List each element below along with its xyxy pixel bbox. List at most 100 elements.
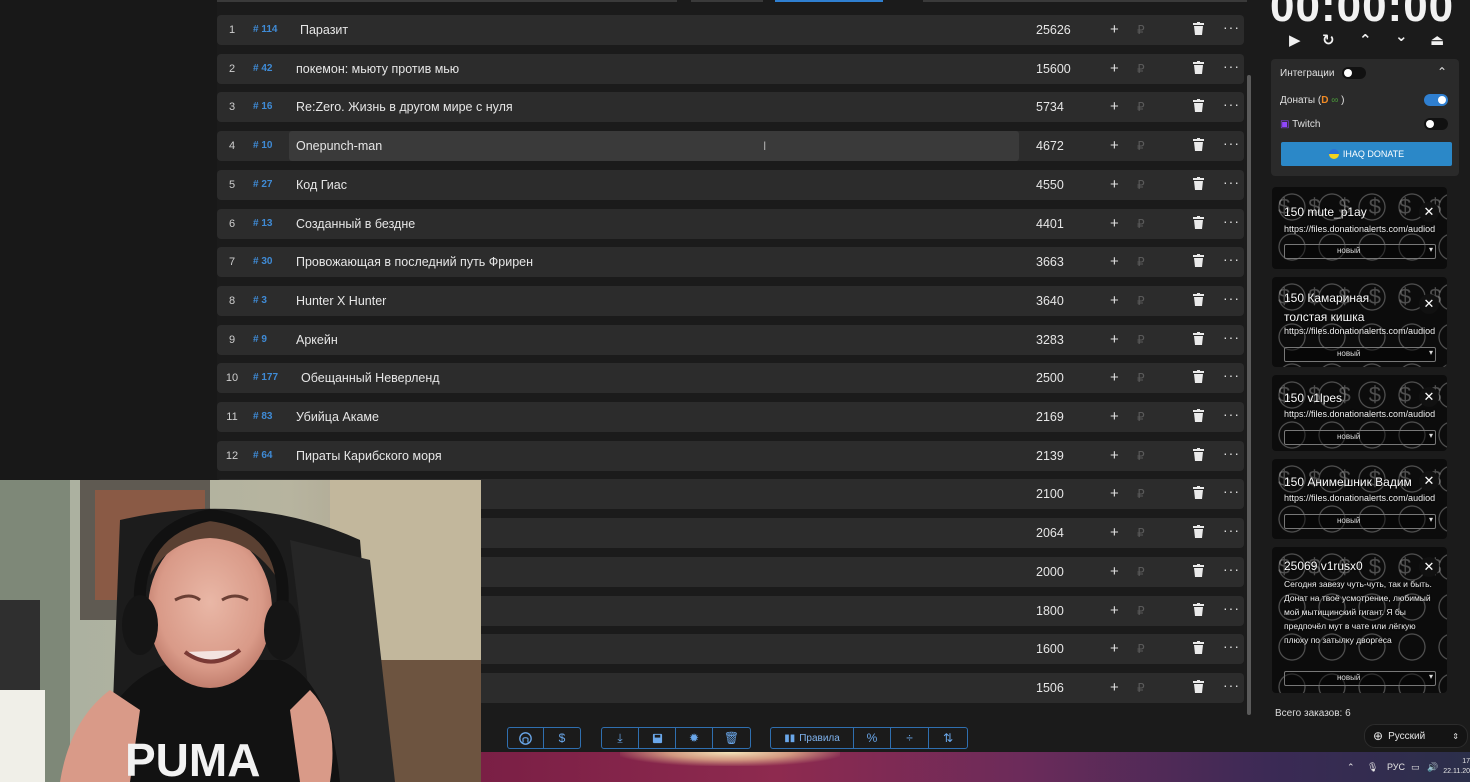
add-amount-button[interactable]: + — [1110, 602, 1119, 619]
lot-amount[interactable]: 4672 — [1036, 139, 1064, 153]
lot-title[interactable]: Re:Zero. Жизнь в другом мире с нуля — [296, 100, 513, 114]
add-amount-button[interactable]: + — [1110, 137, 1119, 154]
donation-status-select[interactable]: новый ▾ — [1284, 514, 1436, 529]
lot-row[interactable]: 6 # 13 Созданный в бездне 4401 + ₽ ··· — [217, 208, 1244, 239]
lot-id-tag[interactable]: # 177 — [253, 372, 278, 383]
delete-lot-button[interactable] — [1193, 641, 1204, 658]
donation-card[interactable]: $$$$$$$$$$$$$$$$$$$$$$$$$$$$$$150 Анимеш… — [1272, 459, 1447, 539]
save-button[interactable] — [639, 728, 676, 748]
clear-list-button[interactable]: 🗑 — [713, 728, 750, 748]
ihaq-donate-button[interactable]: IHAQ DONATE — [1281, 142, 1452, 166]
add-amount-button[interactable]: + — [1110, 292, 1119, 309]
more-options-button[interactable]: ··· — [1223, 600, 1240, 616]
lot-amount[interactable]: 1506 — [1036, 681, 1064, 695]
lot-id-tag[interactable]: # 3 — [253, 295, 267, 306]
delete-lot-button[interactable] — [1193, 525, 1204, 542]
lot-title[interactable]: Убийца Акаме — [296, 410, 379, 424]
add-amount-button[interactable]: + — [1110, 563, 1119, 580]
add-amount-button[interactable]: + — [1110, 215, 1119, 232]
percent-button[interactable]: % — [854, 728, 891, 748]
lot-amount[interactable]: 4401 — [1036, 217, 1064, 231]
rules-button[interactable]: ▮▮ Правила — [771, 728, 854, 748]
lot-row[interactable]: 12 # 64 Пираты Карибского моря 2139 + ₽ ··· — [217, 440, 1244, 471]
more-options-button[interactable]: ··· — [1223, 406, 1240, 422]
lot-amount[interactable]: 2064 — [1036, 526, 1064, 540]
lot-amount[interactable]: 3640 — [1036, 294, 1064, 308]
more-options-button[interactable]: ··· — [1223, 522, 1240, 538]
donation-audio-link[interactable]: https://files.donationalerts.com/audiod — [1284, 493, 1435, 503]
close-donation-button[interactable]: ✕ — [1419, 387, 1439, 407]
lot-id-tag[interactable]: # 83 — [253, 411, 272, 422]
bug-report-button[interactable]: ✹ — [676, 728, 713, 748]
add-amount-button[interactable]: + — [1110, 176, 1119, 193]
close-donation-button[interactable]: ✕ — [1419, 202, 1439, 222]
donation-card[interactable]: $$$$$$$$$$$$$$$$$$$$$$$$$$$$$$25069 v1ru… — [1272, 547, 1447, 693]
delete-lot-button[interactable] — [1193, 254, 1204, 271]
lot-id-tag[interactable]: # 9 — [253, 334, 267, 345]
add-amount-button[interactable]: + — [1110, 369, 1119, 386]
more-options-button[interactable]: ··· — [1223, 213, 1240, 229]
microphone-icon[interactable]: 🎙 — [1367, 752, 1378, 782]
delete-lot-button[interactable] — [1193, 370, 1204, 387]
close-donation-button[interactable]: ✕ — [1419, 557, 1439, 577]
lot-id-tag[interactable]: # 10 — [253, 140, 272, 151]
more-options-button[interactable]: ··· — [1223, 445, 1240, 461]
lot-amount[interactable]: 2139 — [1036, 449, 1064, 463]
timer-down-button[interactable]: ⌄ — [1395, 27, 1408, 45]
clock[interactable]: 17 22.11.20 — [1443, 752, 1470, 782]
more-options-button[interactable]: ··· — [1223, 96, 1240, 112]
delete-lot-button[interactable] — [1193, 22, 1204, 39]
lot-amount[interactable]: 15600 — [1036, 62, 1071, 76]
donation-audio-link[interactable]: https://files.donationalerts.com/audiod — [1284, 224, 1435, 234]
delete-lot-button[interactable] — [1193, 99, 1204, 116]
delete-lot-button[interactable] — [1193, 331, 1204, 349]
more-options-button[interactable]: ··· — [1223, 677, 1240, 693]
lot-id-tag[interactable]: # 16 — [253, 101, 272, 112]
donation-status-select[interactable]: новый ▾ — [1284, 244, 1436, 259]
timer-eject-button[interactable]: ⏏ — [1430, 31, 1444, 49]
timer-up-button[interactable]: ⌃ — [1359, 31, 1372, 49]
delete-lot-button[interactable] — [1193, 679, 1204, 697]
play-button[interactable]: ▶ — [1289, 31, 1301, 49]
add-amount-button[interactable]: + — [1110, 447, 1119, 464]
more-options-button[interactable]: ··· — [1223, 19, 1240, 35]
donation-audio-link[interactable]: https://files.donationalerts.com/audiod — [1284, 409, 1435, 419]
donation-audio-link[interactable]: https://files.donationalerts.com/audiod — [1284, 326, 1435, 336]
donation-card[interactable]: $$$$$$$$$$$$$$$$$$$$$$$$$$$$$$150 Камари… — [1272, 277, 1447, 367]
lot-amount[interactable]: 2100 — [1036, 487, 1064, 501]
add-amount-button[interactable]: + — [1110, 98, 1119, 115]
add-amount-button[interactable]: + — [1110, 640, 1119, 657]
lot-amount[interactable]: 1600 — [1036, 642, 1064, 656]
donations-toggle[interactable] — [1424, 94, 1448, 106]
lot-title[interactable]: Hunter X Hunter — [296, 294, 386, 308]
add-amount-button[interactable]: + — [1110, 60, 1119, 77]
lot-title[interactable]: Код Гиас — [296, 178, 347, 192]
split-button[interactable]: ÷ — [891, 728, 929, 748]
lot-title[interactable]: Пираты Карибского моря — [296, 449, 442, 463]
download-button[interactable]: ⤓ — [602, 728, 639, 748]
add-amount-button[interactable]: + — [1110, 331, 1119, 348]
donation-card[interactable]: $$$$$$$$$$$$$$$$$$$$$$$$$$$$$$150 mute_p… — [1272, 187, 1447, 269]
lot-amount[interactable]: 3663 — [1036, 255, 1064, 269]
add-amount-button[interactable]: + — [1110, 485, 1119, 502]
lot-amount[interactable]: 1800 — [1036, 604, 1064, 618]
lot-amount[interactable]: 4550 — [1036, 178, 1064, 192]
restart-button[interactable]: ↻ — [1322, 31, 1335, 49]
keyboard-lang[interactable]: РУС — [1387, 752, 1405, 782]
lot-row[interactable]: 5 # 27 Код Гиас 4550 + ₽ ··· — [217, 169, 1244, 200]
donation-card[interactable]: $$$$$$$$$$$$$$$$$$$$$$$$$$$$$$150 v1lpes… — [1272, 375, 1447, 451]
twitch-toggle[interactable] — [1424, 118, 1448, 130]
lot-id-tag[interactable]: # 27 — [253, 179, 272, 190]
lot-amount[interactable]: 5734 — [1036, 100, 1064, 114]
lot-row[interactable]: 10 # 177 Обещанный Неверленд 2500 + ₽ ··· — [217, 363, 1244, 394]
delete-lot-button[interactable] — [1193, 602, 1204, 620]
add-amount-button[interactable]: + — [1110, 679, 1119, 696]
lot-title[interactable]: Аркейн — [296, 333, 338, 347]
add-amount-button[interactable]: + — [1110, 524, 1119, 541]
lot-id-tag[interactable]: # 64 — [253, 450, 272, 461]
close-donation-button[interactable]: ✕ — [1419, 294, 1439, 314]
delete-lot-button[interactable] — [1193, 292, 1204, 310]
more-options-button[interactable]: ··· — [1223, 58, 1240, 74]
lot-row[interactable]: 1 # 114 Паразит 25626 + ₽ ··· — [217, 15, 1244, 45]
more-options-button[interactable]: ··· — [1223, 367, 1240, 383]
